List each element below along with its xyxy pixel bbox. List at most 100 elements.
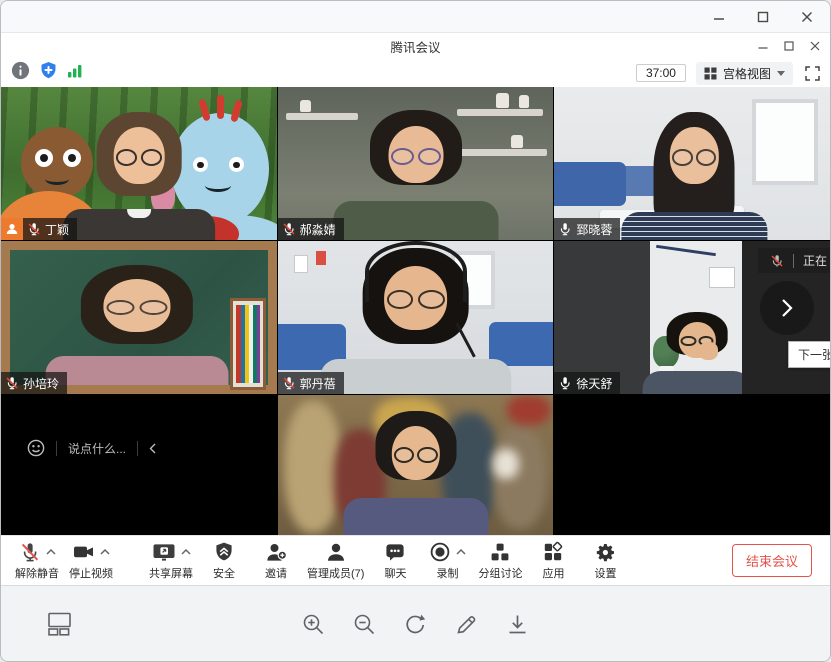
video-tile-zhixiaorong[interactable]: 郅晓蓉 <box>554 87 830 240</box>
fullscreen-icon[interactable] <box>805 66 820 81</box>
toolbar-item-stop-video[interactable]: 停止视频 <box>69 541 113 581</box>
chat-quick-bar[interactable]: 说点什么... <box>27 439 156 457</box>
toolbar-item-share-screen[interactable]: 共享屏幕 <box>149 541 193 581</box>
grid-view-icon <box>704 67 717 80</box>
info-icon[interactable] <box>11 61 30 85</box>
viewer-toolbar <box>1 585 830 662</box>
view-mode-dropdown[interactable]: 宫格视图 <box>696 62 793 85</box>
bookshelf <box>230 298 266 390</box>
meeting-minimize-icon[interactable] <box>757 41 768 52</box>
video-tile-empty[interactable] <box>554 395 830 535</box>
record-icon <box>429 541 451 563</box>
members-icon <box>325 541 347 563</box>
invite-icon <box>265 541 288 563</box>
toolbar-item-apps[interactable]: 应用 <box>532 541 574 581</box>
meeting-maximize-icon[interactable] <box>783 41 794 52</box>
next-page-tooltip: 下一张 <box>788 341 830 368</box>
speaking-status-text: 正在 <box>803 252 827 269</box>
participant-name-label: 郭丹蓓 <box>278 372 344 394</box>
pencil-icon[interactable] <box>454 612 479 637</box>
meeting-timer: 37:00 <box>636 64 686 82</box>
toolbar-item-invite[interactable]: 邀请 <box>255 541 297 581</box>
security-shield-icon[interactable] <box>39 61 58 85</box>
caret-up-icon[interactable] <box>46 549 56 555</box>
video-tile-empty-chat[interactable]: 说点什么... <box>1 395 277 535</box>
toolbar-item-security[interactable]: 安全 <box>203 541 245 581</box>
end-meeting-button[interactable]: 结束会议 <box>732 544 812 577</box>
toolbar-item-chat[interactable]: 聊天 <box>374 541 416 581</box>
network-signal-icon[interactable] <box>67 63 84 84</box>
video-tile-dingying[interactable]: 丁颖 <box>1 87 277 240</box>
video-tile-sunpeiling[interactable]: 孙培玲 <box>1 241 277 394</box>
mic-muted-icon <box>19 541 41 563</box>
mic-muted-icon <box>27 222 41 236</box>
participant-name-label: 丁颖 <box>23 218 77 240</box>
portrait-video-strip <box>650 241 742 394</box>
participant-name-label: 郅晓蓉 <box>554 218 620 240</box>
download-icon[interactable] <box>505 612 530 637</box>
security-icon <box>213 541 235 563</box>
meeting-statusbar: 37:00 宫格视图 <box>1 59 830 87</box>
toolbar-item-record[interactable]: 录制 <box>426 541 468 581</box>
mic-muted-icon <box>282 376 296 390</box>
caret-up-icon[interactable] <box>181 549 191 555</box>
meeting-close-icon[interactable] <box>809 41 820 52</box>
toolbar-item-manage-members[interactable]: 管理成员(7) <box>307 541 364 581</box>
mic-muted-icon <box>282 222 296 236</box>
cartoon-character <box>171 113 269 225</box>
zoom-out-icon[interactable] <box>352 612 377 637</box>
toolbar-item-unmute[interactable]: 解除静音 <box>15 541 59 581</box>
zoom-in-icon[interactable] <box>301 612 326 637</box>
video-scene <box>554 395 830 535</box>
screenshare-icon <box>152 541 176 563</box>
video-tile-guodanbei[interactable]: 郭丹蓓 <box>278 241 554 394</box>
camera-icon <box>72 541 95 563</box>
layout-icon[interactable] <box>47 611 72 636</box>
participant-figure <box>650 112 738 240</box>
minimize-icon[interactable] <box>712 10 726 24</box>
outer-titlebar <box>1 1 830 33</box>
video-grid: 丁颖 郝淼婧 <box>1 87 830 535</box>
video-tile-haomiaojing[interactable]: 郝淼婧 <box>278 87 554 240</box>
caret-up-icon[interactable] <box>456 549 466 555</box>
chevron-right-icon <box>781 298 793 318</box>
caret-up-icon[interactable] <box>100 549 110 555</box>
mic-muted-icon <box>5 376 19 390</box>
participant-name-label: 郝淼婧 <box>278 218 344 240</box>
app-window: 腾讯会议 37:00 宫格视图 <box>0 0 831 662</box>
caret-down-icon <box>777 71 785 76</box>
video-scene: 说点什么... <box>1 395 277 535</box>
emoji-icon[interactable] <box>27 439 45 457</box>
participant-figure <box>93 112 185 240</box>
toolbar-item-settings[interactable]: 设置 <box>584 541 626 581</box>
rotate-icon[interactable] <box>403 612 428 637</box>
participant-figure <box>76 265 198 385</box>
meeting-titlebar: 腾讯会议 <box>1 33 830 59</box>
video-tile-costume-scene[interactable] <box>278 395 554 535</box>
breakout-icon <box>489 541 511 563</box>
maximize-icon[interactable] <box>756 10 770 24</box>
collapse-chevron-icon[interactable] <box>149 443 156 454</box>
page-title: 腾讯会议 <box>390 37 440 56</box>
settings-gear-icon <box>594 541 616 563</box>
participant-figure <box>372 411 460 535</box>
participant-figure <box>358 248 474 394</box>
video-tile-xutianshu[interactable]: 正在 下一张 徐天舒 <box>554 241 830 394</box>
speaking-status-bar: 正在 <box>758 248 830 273</box>
cartoon-character <box>21 127 93 199</box>
next-page-button[interactable] <box>760 281 814 335</box>
toolbar-item-breakout[interactable]: 分组讨论 <box>478 541 522 581</box>
mic-muted-icon <box>770 254 784 268</box>
participant-figure <box>664 312 730 394</box>
view-mode-label: 宫格视图 <box>723 65 771 82</box>
chat-input-placeholder[interactable]: 说点什么... <box>68 440 126 457</box>
mic-on-icon <box>558 376 572 390</box>
participant-name-label: 徐天舒 <box>554 372 620 394</box>
participant-figure <box>366 110 466 240</box>
video-scene <box>278 395 554 535</box>
meeting-toolbar: 解除静音 停止视频 共享屏幕 安全 邀请 <box>1 535 830 585</box>
host-badge-icon <box>1 218 23 240</box>
mic-on-icon <box>558 222 572 236</box>
participant-name-label: 孙培玲 <box>1 372 67 394</box>
close-icon[interactable] <box>800 10 814 24</box>
